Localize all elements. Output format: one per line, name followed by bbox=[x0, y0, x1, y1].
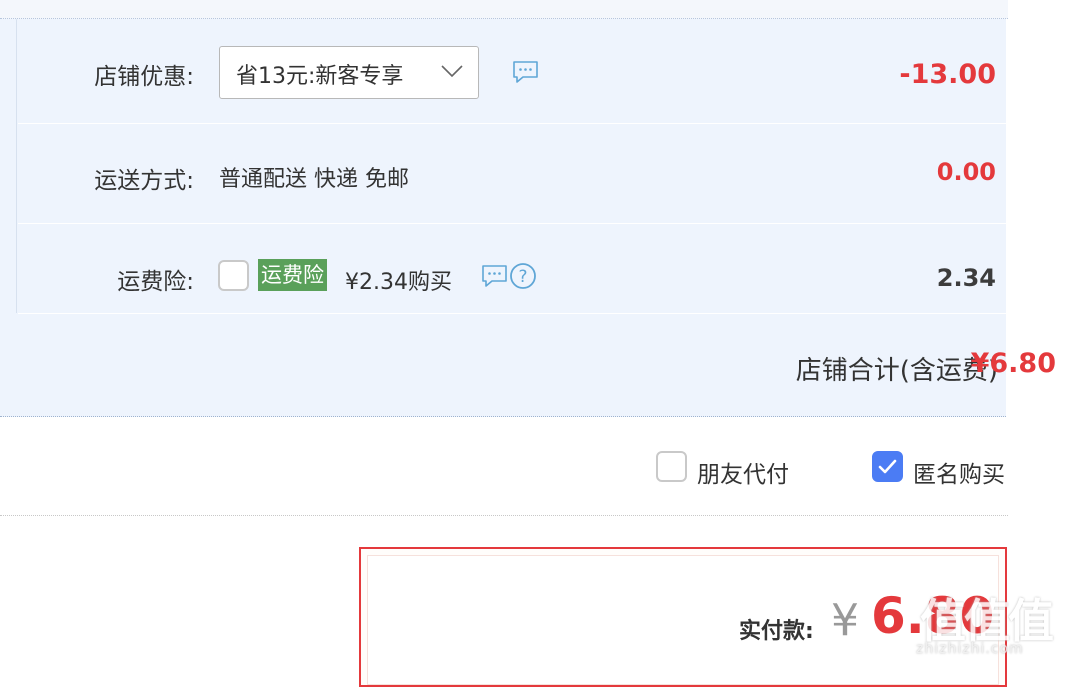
insurance-amount: 2.34 bbox=[936, 264, 996, 292]
discount-amount: -13.00 bbox=[899, 59, 996, 90]
shop-discount-row: 店铺优惠: 省13元:新客专享 -13.00 bbox=[18, 19, 1006, 124]
anonymous-label[interactable]: 匿名购买 bbox=[913, 455, 1005, 489]
shop-total-amount: ¥6.80 bbox=[970, 348, 1056, 379]
shipping-method: 普通配送 快递 免邮 bbox=[219, 167, 409, 192]
shipping-amount: 0.00 bbox=[936, 158, 996, 186]
svg-text:?: ? bbox=[518, 267, 527, 287]
discount-select[interactable]: 省13元:新客专享 bbox=[219, 46, 479, 99]
insurance-label: 运费险: bbox=[117, 269, 194, 295]
currency-symbol: ¥ bbox=[831, 595, 859, 646]
top-strip bbox=[0, 0, 1008, 19]
insurance-tag: 运费险 bbox=[258, 259, 327, 291]
discount-select-value: 省13元:新客专享 bbox=[236, 64, 404, 89]
actual-payment-box: 实付款: ¥ 6.80 bbox=[359, 547, 1007, 687]
anonymous-checkbox[interactable] bbox=[872, 451, 903, 482]
options-row: 朋友代付 匿名购买 bbox=[0, 417, 1008, 516]
friend-pay-checkbox[interactable] bbox=[656, 451, 687, 482]
shipping-label: 运送方式: bbox=[94, 168, 194, 194]
insurance-checkbox[interactable] bbox=[218, 260, 249, 291]
watermark: 值值值 zhizhizhi.com bbox=[916, 585, 1054, 657]
checkmark-icon bbox=[878, 459, 897, 474]
actual-payment-label: 实付款: bbox=[739, 619, 814, 644]
left-divider bbox=[16, 19, 17, 313]
insurance-price: ¥2.34购买 bbox=[345, 270, 452, 295]
chat-icon[interactable] bbox=[512, 60, 539, 85]
chevron-down-icon bbox=[441, 65, 463, 78]
shipping-row: 运送方式: 普通配送 快递 免邮 0.00 bbox=[18, 124, 1006, 224]
help-icon[interactable]: ? bbox=[509, 262, 537, 290]
shop-discount-label: 店铺优惠: bbox=[94, 64, 194, 90]
insurance-row: 运费险: 运费险 ¥2.34购买 ? 2.34 bbox=[18, 224, 1006, 314]
friend-pay-label[interactable]: 朋友代付 bbox=[697, 455, 789, 489]
watermark-logo: 值值值 bbox=[920, 594, 1054, 648]
watermark-site: zhizhizhi.com bbox=[916, 641, 1024, 657]
shop-total-label: 店铺合计(含运费) bbox=[795, 356, 998, 386]
chat-icon[interactable] bbox=[481, 264, 508, 289]
